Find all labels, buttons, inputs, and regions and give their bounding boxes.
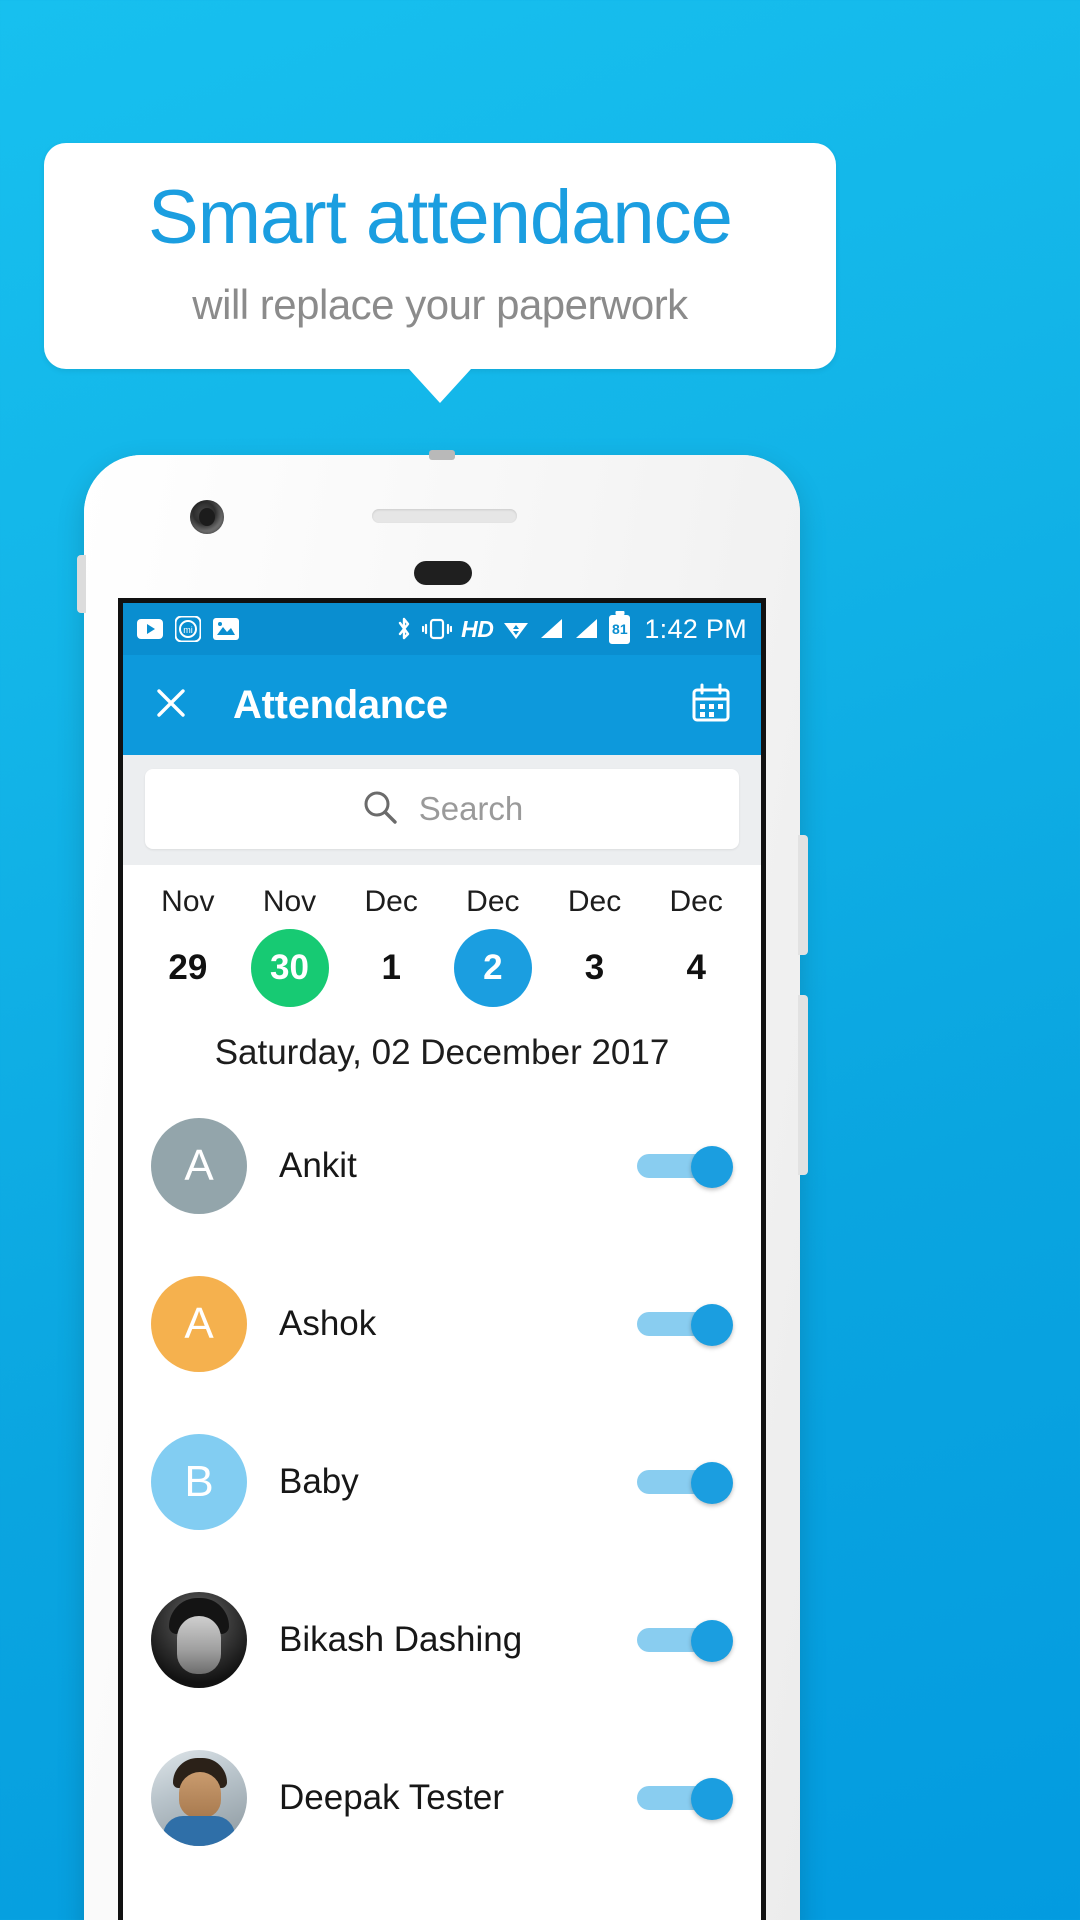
attendance-toggle[interactable] xyxy=(637,1778,733,1820)
date-cell-day[interactable]: 4 xyxy=(657,929,735,1007)
wifi-icon xyxy=(502,617,530,641)
avatar-photo xyxy=(151,1750,247,1846)
attendee-name: Deepak Tester xyxy=(279,1778,505,1817)
battery-icon: 81 xyxy=(609,614,631,644)
date-cell-day[interactable]: 30 xyxy=(250,929,329,1007)
date-cell[interactable]: Dec 2 xyxy=(442,885,544,1007)
attendance-row[interactable]: Bikash Dashing xyxy=(123,1561,761,1719)
date-cell[interactable]: Dec 3 xyxy=(544,885,646,1007)
phone-power-button xyxy=(798,995,808,1175)
phone-earpiece xyxy=(372,509,517,523)
search-placeholder: Search xyxy=(418,790,524,827)
attendee-name: Ankit xyxy=(279,1146,357,1185)
date-cell[interactable]: Dec 1 xyxy=(340,885,442,1007)
toggle-knob[interactable] xyxy=(691,1304,733,1346)
date-cell[interactable]: Dec 4 xyxy=(645,885,747,1007)
date-cell[interactable]: Nov 29 xyxy=(137,885,239,1007)
phone-front-camera xyxy=(190,500,224,534)
gallery-image-icon xyxy=(213,618,239,640)
signal-sim1-icon xyxy=(539,617,565,641)
search-section: Search xyxy=(123,755,761,865)
date-cell-month: Dec xyxy=(567,885,622,918)
date-cell-month: Dec xyxy=(364,885,418,918)
attendance-toggle[interactable] xyxy=(637,1620,733,1662)
date-cell-day[interactable]: 2 xyxy=(453,929,532,1007)
phone-left-button xyxy=(77,555,86,613)
avatar: A xyxy=(151,1276,247,1372)
status-bar-system-icons: HD 81 1:42 PM xyxy=(395,614,747,645)
attendance-row[interactable]: Deepak Tester xyxy=(123,1719,761,1877)
avatar xyxy=(151,1592,247,1688)
avatar-photo xyxy=(151,1592,247,1688)
phone-sensor xyxy=(414,561,472,585)
promo-subtitle: will replace your paperwork xyxy=(192,281,688,329)
close-icon[interactable] xyxy=(151,683,191,728)
attendee-name: Ashok xyxy=(279,1304,377,1343)
date-cell-day[interactable]: 29 xyxy=(149,929,227,1007)
attendance-row[interactable]: A Ankit xyxy=(123,1087,761,1245)
toggle-knob[interactable] xyxy=(691,1146,733,1188)
phone-screen: mi HD 81 1:42 PM Attendance Search Nov 2… xyxy=(118,598,766,1920)
attendance-row[interactable]: A Ashok xyxy=(123,1245,761,1403)
date-cell[interactable]: Nov 30 xyxy=(239,885,341,1007)
avatar xyxy=(151,1750,247,1846)
promo-banner-card: Smart attendance will replace your paper… xyxy=(44,143,836,370)
search-icon xyxy=(361,788,399,831)
status-bar: mi HD 81 1:42 PM xyxy=(123,603,761,655)
promo-title: Smart attendance xyxy=(148,175,733,260)
promo-banner-tail xyxy=(409,369,471,404)
promo-banner: Smart attendance will replace your paper… xyxy=(44,143,836,404)
avatar-initial: A xyxy=(184,1141,214,1190)
avatar: A xyxy=(151,1118,247,1214)
bluetooth-icon xyxy=(395,615,413,643)
status-bar-notifications: mi xyxy=(137,616,239,642)
svg-text:mi: mi xyxy=(183,625,193,635)
avatar-initial: B xyxy=(184,1457,214,1506)
attendance-row[interactable]: B Baby xyxy=(123,1403,761,1561)
phone-volume-button xyxy=(798,835,808,955)
page-title: Attendance xyxy=(233,682,448,727)
attendance-toggle[interactable] xyxy=(637,1146,733,1188)
signal-sim2-icon xyxy=(574,617,600,641)
calendar-icon[interactable] xyxy=(689,681,733,730)
avatar: B xyxy=(151,1434,247,1530)
date-strip[interactable]: Nov 29 Nov 30 Dec 1 Dec 2 Dec 3 Dec 4 xyxy=(123,865,761,1015)
app-bar: Attendance xyxy=(123,655,761,755)
toggle-knob[interactable] xyxy=(691,1778,733,1820)
date-cell-month: Nov xyxy=(262,885,317,918)
avatar-initial: A xyxy=(184,1299,214,1348)
hd-icon: HD xyxy=(461,615,494,642)
date-cell-day[interactable]: 3 xyxy=(556,929,634,1007)
date-cell-day[interactable]: 1 xyxy=(352,929,430,1007)
attendance-toggle[interactable] xyxy=(637,1462,733,1504)
status-bar-clock: 1:42 PM xyxy=(644,613,747,644)
vibrate-icon xyxy=(422,616,453,642)
attendance-toggle[interactable] xyxy=(637,1304,733,1346)
youtube-icon xyxy=(137,619,163,639)
attendee-name: Baby xyxy=(279,1462,359,1501)
toggle-knob[interactable] xyxy=(691,1620,733,1662)
phone-antenna-line xyxy=(429,450,455,460)
search-input[interactable]: Search xyxy=(145,769,739,849)
date-cell-month: Nov xyxy=(161,885,215,918)
attendance-list: A Ankit A Ashok B Baby Bikash Dashing Deepak Te… xyxy=(123,1087,761,1877)
selected-date-heading: Saturday, 02 December 2017 xyxy=(123,1015,761,1087)
attendee-name: Bikash Dashing xyxy=(279,1620,523,1659)
mi-video-call-icon: mi xyxy=(175,616,201,642)
toggle-knob[interactable] xyxy=(691,1462,733,1504)
date-cell-month: Dec xyxy=(669,885,723,918)
date-cell-month: Dec xyxy=(466,885,520,918)
